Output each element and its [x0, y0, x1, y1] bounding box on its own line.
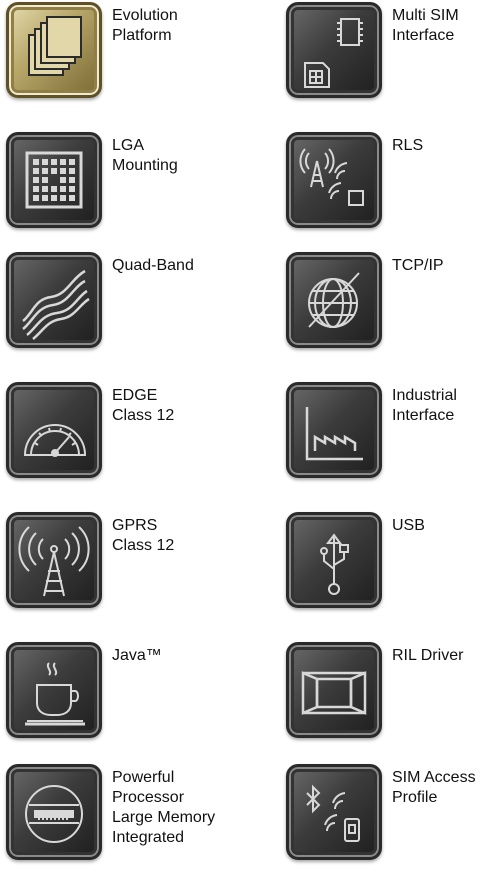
feature-label: USB — [392, 517, 425, 534]
feature-rls: RLS — [286, 132, 494, 242]
feature-grid: Evolution Platform Multi SIM Interface L… — [0, 0, 494, 861]
feature-tcp-ip: TCP/IP — [286, 252, 494, 362]
speedometer-icon — [6, 382, 102, 478]
bluetooth-sim-icon — [286, 764, 382, 860]
antenna-tower-icon — [6, 512, 102, 608]
coffee-cup-icon — [6, 642, 102, 738]
feature-multi-sim-interface: Multi SIM Interface — [286, 2, 494, 112]
feature-sim-access-profile: SIM Access Profile — [286, 764, 494, 874]
feature-quad-band: Quad-Band — [6, 252, 246, 362]
feature-industrial-interface: Industrial Interface — [286, 382, 494, 492]
factory-icon — [286, 382, 382, 478]
feature-ril-driver: RIL Driver — [286, 642, 494, 752]
globe-icon — [286, 252, 382, 348]
processor-chip-icon — [6, 764, 102, 860]
usb-icon — [286, 512, 382, 608]
feature-powerful-processor: Powerful Processor Large Memory Integrat… — [6, 764, 246, 874]
feature-evolution-platform: Evolution Platform — [6, 2, 246, 112]
feature-label: SIM Access Profile — [392, 769, 476, 806]
feature-label: Java™ — [112, 647, 162, 664]
rls-signal-icon — [286, 132, 382, 228]
feature-label: EDGE Class 12 — [112, 387, 175, 424]
wave-bands-icon — [6, 252, 102, 348]
feature-java: Java™ — [6, 642, 246, 752]
feature-gprs-class-12: GPRS Class 12 — [6, 512, 246, 622]
feature-lga-mounting: LGA Mounting — [6, 132, 246, 242]
feature-usb: USB — [286, 512, 494, 622]
feature-label: GPRS Class 12 — [112, 517, 175, 554]
feature-label: Quad-Band — [112, 257, 194, 274]
feature-label: RLS — [392, 137, 424, 154]
feature-label: Multi SIM Interface — [392, 7, 459, 44]
feature-label: RIL Driver — [392, 647, 464, 664]
feature-label: TCP/IP — [392, 257, 444, 274]
stacked-layers-icon — [6, 2, 102, 98]
feature-edge-class-12: EDGE Class 12 — [6, 382, 246, 492]
feature-label: Industrial Interface — [392, 387, 457, 424]
feature-label: LGA Mounting — [112, 137, 178, 174]
lga-grid-icon — [6, 132, 102, 228]
feature-label: Powerful Processor Large Memory Integrat… — [112, 769, 216, 846]
sim-chip-icon — [286, 2, 382, 98]
window-icon — [286, 642, 382, 738]
feature-label: Evolution Platform — [112, 7, 178, 44]
